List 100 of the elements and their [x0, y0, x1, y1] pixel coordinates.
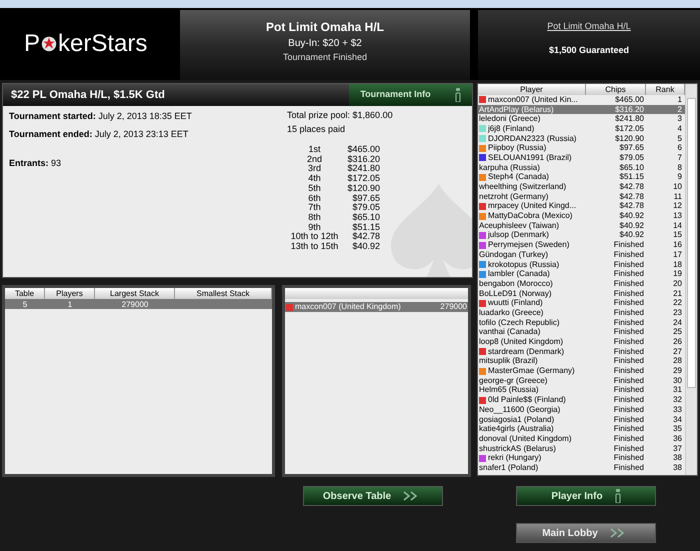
table-row[interactable]: 5 1 279000 [5, 299, 272, 309]
player-row[interactable]: leledoni (Greece) $241.80 3 [478, 114, 685, 124]
player-name: katie4girls (Australia) [479, 424, 554, 435]
chips-cell-text: $465.00 [614, 94, 645, 106]
chips-cell-text: Finished [612, 248, 645, 261]
player-row[interactable]: krokotopus (Russia) Finished 18 [478, 260, 685, 270]
chips-cell-text: $316.20 [614, 104, 645, 115]
tournament-info-tab[interactable]: Tournament Info [349, 84, 472, 106]
player-name: rekri (Hungary) [488, 453, 542, 464]
player-row[interactable]: Perrymejsen (Sweden) Finished 16 [478, 240, 685, 250]
player-row[interactable]: shustrickAS (Belarus) Finished 37 [478, 444, 685, 454]
chips-cell-text: Finished [612, 423, 645, 435]
player-name: leledoni (Greece) [479, 114, 540, 125]
player-row[interactable]: tofilo (Czech Republic) Finished 24 [478, 318, 685, 328]
player-row[interactable]: katie4girls (Australia) Finished 35 [478, 424, 685, 434]
rank-cell-text: 29 [672, 365, 683, 377]
player-row[interactable]: george-gr (Greece) Finished 30 [478, 376, 685, 386]
chips-cell-text: Finished [612, 297, 645, 309]
player-row[interactable]: loop8 (United Kingdom) Finished 26 [478, 337, 685, 347]
player-row[interactable]: MasterGmae (Germany) Finished 29 [478, 366, 685, 376]
chips-cell-text: $51.15 [618, 171, 645, 183]
chips-cell-text: Finished [612, 442, 645, 454]
player-row[interactable]: 0ld Painle$$ (Finland) Finished 32 [478, 395, 685, 405]
scrollbar[interactable] [685, 84, 697, 475]
payout-amount: $316.20 [346, 154, 380, 164]
player-row[interactable]: SELOUAN1991 (Brazil) $79.05 7 [478, 153, 685, 163]
payout-place: 1st [307, 145, 322, 155]
player-row[interactable]: luadarko (Greece) Finished 23 [478, 308, 685, 318]
player-name: mitsuplik (Brazil) [479, 356, 538, 367]
player-row[interactable]: bengabon (Morocco) Finished 20 [478, 279, 685, 289]
player-row[interactable]: gosiagosia1 (Poland) Finished 34 [478, 414, 685, 424]
player-row[interactable]: MattyDaCobra (Mexico) $40.92 13 [478, 211, 685, 221]
rank-cell-text: 14 [672, 220, 683, 232]
player-row[interactable]: maxcon007 (United Kin... $465.00 1 [478, 95, 685, 105]
game-link[interactable]: Pot Limit Omaha H/L [547, 20, 631, 34]
rank-cell-text: 10 [672, 181, 683, 194]
prize-pool-text: Total prize pool: $1,860.00 [287, 109, 393, 122]
player-name: tofilo (Czech Republic) [479, 317, 560, 328]
player-name: lambler (Canada) [488, 269, 550, 280]
player-row[interactable]: stardream (Denmark) Finished 27 [478, 346, 685, 357]
payout-place: 13th to 15th [290, 242, 340, 252]
player-info-button[interactable]: Player Info [516, 486, 656, 506]
player-name: maxcon007 (United Kin... [488, 94, 578, 106]
info-icon [454, 88, 461, 102]
player-row[interactable]: ArtAndPlay (Belarus) $316.20 2 [478, 104, 685, 114]
player-row[interactable]: rekri (Hungary) Finished 38 [478, 453, 685, 464]
player-row[interactable]: Helm65 (Russia) Finished 31 [478, 386, 685, 396]
player-row[interactable]: wuutti (Finland) Finished 22 [478, 298, 685, 308]
player-row[interactable]: netzroht (Germany) $42.78 11 [478, 192, 685, 202]
payout-amount: $97.65 [351, 194, 380, 203]
player-row[interactable]: mrpacey (United Kingd... $42.78 12 [478, 202, 685, 212]
tournament-title: Pot Limit Omaha H/L [266, 19, 384, 36]
player-row[interactable]: Aceuphisleev (Taiwan) $40.92 14 [478, 220, 685, 231]
player-row[interactable]: Piipboy (Russia) $97.65 6 [478, 143, 685, 154]
player-name: bengabon (Morocco) [479, 278, 553, 290]
chips-cell-text: $40.92 [618, 210, 645, 222]
player-row[interactable]: lambler (Canada) Finished 19 [478, 269, 685, 280]
rank-cell-text: 24 [672, 316, 683, 328]
player-name: Neo__11600 (Georgia) [479, 404, 560, 416]
player-name: maxcon007 (United Kingdom) [295, 301, 402, 313]
player-row[interactable]: donoval (United Kingdom) Finished 36 [478, 434, 685, 444]
chips-cell-text: Finished [612, 258, 645, 270]
player-name: Piipboy (Russia) [488, 143, 546, 154]
chips-cell-text: Finished [612, 404, 645, 416]
table-player-row[interactable]: maxcon007 (United Kingdom) 279000 [285, 302, 468, 312]
observe-table-button[interactable]: Observe Table [303, 486, 443, 506]
player-row[interactable]: mitsuplik (Brazil) Finished 28 [478, 356, 685, 366]
player-row[interactable]: Gündogan (Turkey) Finished 17 [478, 250, 685, 260]
field-label: Tournament started: [9, 111, 96, 121]
column-header[interactable]: Chips [586, 84, 646, 95]
player-row[interactable]: DJORDAN2323 (Russia) $120.90 5 [478, 134, 685, 144]
player-row[interactable]: snafer1 (Poland) Finished 38 [478, 463, 685, 473]
player-name: SELOUAN1991 (Brazil) [488, 152, 572, 164]
payout-place: 8th [307, 212, 322, 223]
chips-cell-text: $42.78 [618, 190, 645, 202]
player-name: karpuha (Russia) [479, 162, 540, 173]
chips-cell-text: Finished [612, 288, 645, 299]
player-name: Gündogan (Turkey) [479, 249, 548, 261]
payout-amount: $79.05 [351, 203, 380, 213]
player-row[interactable]: BoLLeD91 (Norway) Finished 21 [478, 288, 685, 298]
payout-amount: $51.15 [351, 222, 380, 232]
column-header[interactable]: Player [478, 84, 586, 95]
player-row[interactable]: j6j8 (Finland) $172.05 4 [478, 124, 685, 134]
payout-place: 7th [307, 203, 322, 213]
player-row[interactable]: vanthai (Canada) Finished 25 [478, 328, 685, 338]
payout-place: 5th [307, 184, 322, 194]
main-lobby-button[interactable]: Main Lobby [516, 523, 656, 543]
player-row[interactable]: karpuha (Russia) $65.10 8 [478, 162, 685, 172]
rank-cell-text: 5 [676, 132, 683, 144]
player-name: BoLLeD91 (Norway) [479, 288, 552, 299]
chips-cell-text: $79.05 [618, 152, 645, 164]
player-row[interactable]: julsop (Denmark) $40.92 15 [478, 230, 685, 240]
rank-cell-text: 35 [672, 423, 683, 435]
player-row[interactable]: wheelthing (Switzerland) $42.78 10 [478, 182, 685, 192]
rank-cell-text: 16 [672, 239, 683, 252]
player-row[interactable]: Steph4 (Canada) $51.15 9 [478, 172, 685, 182]
rank-cell-text: 23 [672, 306, 683, 319]
chips-cell-text: Finished [612, 374, 645, 386]
player-row[interactable]: Neo__11600 (Georgia) Finished 33 [478, 405, 685, 415]
chips-cell-text: $40.92 [618, 220, 645, 231]
